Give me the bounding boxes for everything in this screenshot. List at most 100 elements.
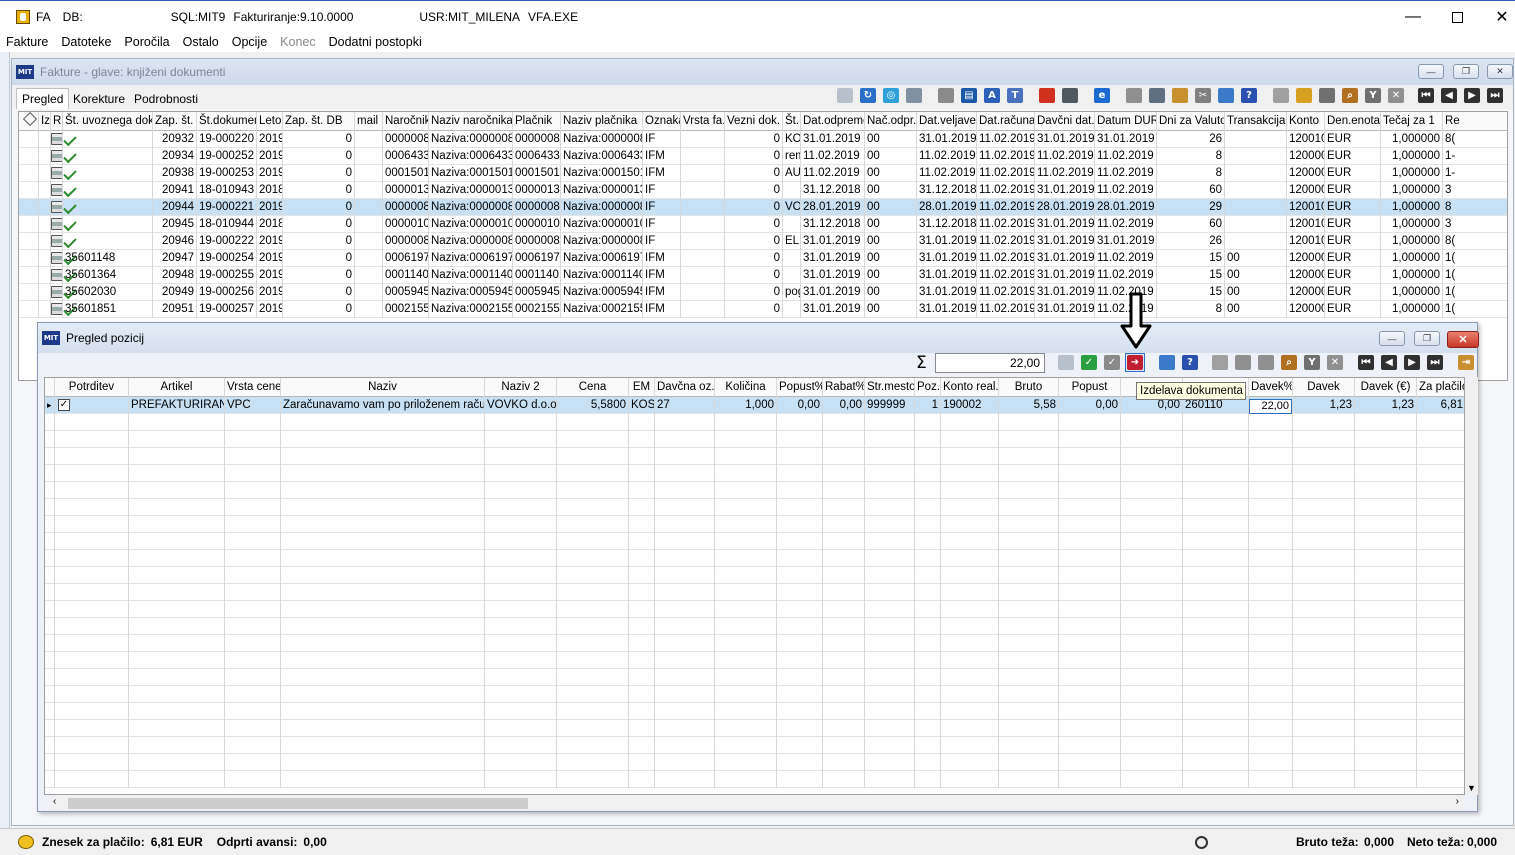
table-row[interactable]: 35601148 20947 19-000254 2019 0 0006197 Naziva… xyxy=(19,250,1507,267)
table-row[interactable]: 35601364 20948 19-000255 2019 0 0001140 Naziva… xyxy=(19,267,1507,284)
potrditev-checkbox[interactable]: ✓ xyxy=(55,397,129,414)
table-row[interactable]: 20944 19-000221 2019 0 0000008 Naziva:0000008… xyxy=(19,199,1507,216)
column-header[interactable]: Potrditev xyxy=(55,378,129,397)
list-button[interactable] xyxy=(1170,86,1190,105)
dialog-restore-button[interactable]: ❐ xyxy=(1414,331,1440,346)
column-header[interactable]: Artikel xyxy=(129,378,225,397)
column-header[interactable]: Oznaka xyxy=(643,112,681,131)
column-header[interactable]: R xyxy=(51,112,63,131)
blank-button[interactable] xyxy=(1210,353,1230,372)
column-header[interactable]: Naročnik xyxy=(383,112,429,131)
dialog-minimize-button[interactable]: — xyxy=(1379,331,1405,346)
column-header[interactable]: Št. z xyxy=(783,112,801,131)
search-button[interactable]: ⌕ xyxy=(1279,353,1299,372)
dialog-close-button[interactable]: ✕ xyxy=(1447,331,1479,348)
column-header[interactable]: Popust xyxy=(1059,378,1121,397)
dialog-horizontal-scrollbar[interactable]: ‹ › xyxy=(50,796,1463,810)
last-button[interactable]: ⏭ xyxy=(1425,353,1445,372)
table-row[interactable]: 20946 19-000222 2019 0 0000008 Naziva:0000008… xyxy=(19,233,1507,250)
column-header[interactable]: Dat.veljave xyxy=(917,112,977,131)
mdi-minimize-button[interactable]: — xyxy=(1418,64,1444,79)
tab-pregled[interactable]: Pregled xyxy=(16,88,70,109)
folder-button[interactable] xyxy=(1233,353,1253,372)
menu-opcije[interactable]: Opcije xyxy=(232,35,267,49)
tab-korekture[interactable]: Korekture xyxy=(68,88,130,109)
last-button[interactable]: ⏭ xyxy=(1485,86,1505,105)
doc-button[interactable] xyxy=(835,86,855,105)
column-header[interactable]: Den.enota xyxy=(1325,112,1381,131)
column-header[interactable]: Dat.odpreme xyxy=(801,112,865,131)
column-header[interactable]: Tečaj za 1 xyxy=(1381,112,1443,131)
mdi-restore-button[interactable]: ❐ xyxy=(1453,64,1479,79)
table-row[interactable]: 20945 18-010944 2018 0 0000010 Naziva:0000010… xyxy=(19,216,1507,233)
column-header[interactable]: Naziv 2 xyxy=(485,378,557,397)
sum-field[interactable]: 22,00 xyxy=(935,353,1045,373)
column-header[interactable]: Plačnik xyxy=(513,112,561,131)
izdelava-dokumenta-button[interactable]: ➜ xyxy=(1125,353,1145,372)
column-header[interactable]: Zap. št. xyxy=(153,112,197,131)
column-header[interactable]: EM xyxy=(629,378,655,397)
column-header[interactable]: Davek (€) xyxy=(1355,378,1417,397)
column-header[interactable]: Naziv xyxy=(281,378,485,397)
table-row[interactable]: 20938 19-000253 2019 0 0001501 Naziva:0001501… xyxy=(19,165,1507,182)
column-header[interactable]: Popust% xyxy=(777,378,823,397)
column-header[interactable]: Leto xyxy=(257,112,283,131)
confirm-gray-button[interactable]: ✓ xyxy=(1102,353,1122,372)
table-row[interactable]: 20941 18-010943 2018 0 0000013 Naziva:0000013… xyxy=(19,182,1507,199)
column-header[interactable]: Davčni dat. xyxy=(1035,112,1095,131)
help-button[interactable]: ? xyxy=(1180,353,1200,372)
column-header[interactable]: Vrsta cene xyxy=(225,378,281,397)
column-header[interactable]: Vrsta fa. xyxy=(681,112,725,131)
column-header[interactable]: Izp. xyxy=(39,112,51,131)
column-header[interactable]: Zap. št. DB xyxy=(283,112,355,131)
maximize-button[interactable] xyxy=(1434,1,1480,33)
column-header[interactable]: Dni za Valuto xyxy=(1157,112,1225,131)
print-button[interactable] xyxy=(1256,353,1276,372)
column-header[interactable]: Poz. xyxy=(915,378,941,397)
table-row[interactable]: 35601851 20951 19-000257 2019 0 0002155 Naziva… xyxy=(19,301,1507,318)
menu-dodatni-postopki[interactable]: Dodatni postopki xyxy=(329,35,422,49)
column-header[interactable]: Davek% xyxy=(1249,378,1293,397)
stamp-button[interactable] xyxy=(936,86,956,105)
column-header[interactable]: Naziv plačnika xyxy=(561,112,643,131)
filter-button[interactable]: Y xyxy=(1363,86,1383,105)
column-header[interactable]: Rabat% xyxy=(823,378,865,397)
column-header-tools[interactable] xyxy=(19,112,39,131)
column-header[interactable]: Davčna oz. xyxy=(655,378,715,397)
column-header[interactable]: Vezni dok. xyxy=(725,112,783,131)
chat-button[interactable] xyxy=(1157,353,1177,372)
refresh-button[interactable]: ↻ xyxy=(858,86,878,105)
prev-button[interactable]: ◀ xyxy=(1379,353,1399,372)
chat-button[interactable] xyxy=(1216,86,1236,105)
print-button[interactable] xyxy=(1317,86,1337,105)
blank-button[interactable] xyxy=(1124,86,1144,105)
column-header[interactable]: Naziv naročnika xyxy=(429,112,513,131)
font-size-button[interactable]: T xyxy=(1005,86,1025,105)
hierarchy-button[interactable] xyxy=(904,86,924,105)
column-header[interactable]: Za plačilo xyxy=(1417,378,1464,397)
menu-ostalo[interactable]: Ostalo xyxy=(183,35,219,49)
calc-button[interactable] xyxy=(1147,86,1167,105)
clear-filter-button[interactable]: ✕ xyxy=(1325,353,1345,372)
column-header[interactable]: Dat.računa xyxy=(977,112,1035,131)
prev-button[interactable]: ◀ xyxy=(1439,86,1459,105)
table-row[interactable]: 20934 19-000252 2019 0 0006433 Naziva:0006433… xyxy=(19,148,1507,165)
filter-button[interactable]: Y xyxy=(1302,353,1322,372)
column-header[interactable]: Datum DUR xyxy=(1095,112,1157,131)
first-button[interactable]: ⏮ xyxy=(1416,86,1436,105)
menu-fakture[interactable]: Fakture xyxy=(6,35,48,49)
column-header[interactable]: Cena xyxy=(557,378,629,397)
menu-porocila[interactable]: Poročila xyxy=(124,35,169,49)
table-row[interactable]: 20932 19-000220 2019 0 0000008 Naziva:0000008… xyxy=(19,131,1507,148)
column-header[interactable]: Str.mesto xyxy=(865,378,915,397)
font-a-button[interactable]: A xyxy=(982,86,1002,105)
confirm-button[interactable]: ✓ xyxy=(1079,353,1099,372)
archive-button[interactable] xyxy=(1060,86,1080,105)
column-header[interactable]: Količina xyxy=(715,378,777,397)
ie-button[interactable]: e xyxy=(1092,86,1112,105)
checkbox-icon[interactable]: ✓ xyxy=(58,399,70,411)
exit-button[interactable]: ⇥ xyxy=(1456,353,1476,372)
close-button[interactable]: ✕ xyxy=(1479,1,1515,33)
pdf-button[interactable] xyxy=(1037,86,1057,105)
column-header[interactable]: Št.dokumenta xyxy=(197,112,257,131)
